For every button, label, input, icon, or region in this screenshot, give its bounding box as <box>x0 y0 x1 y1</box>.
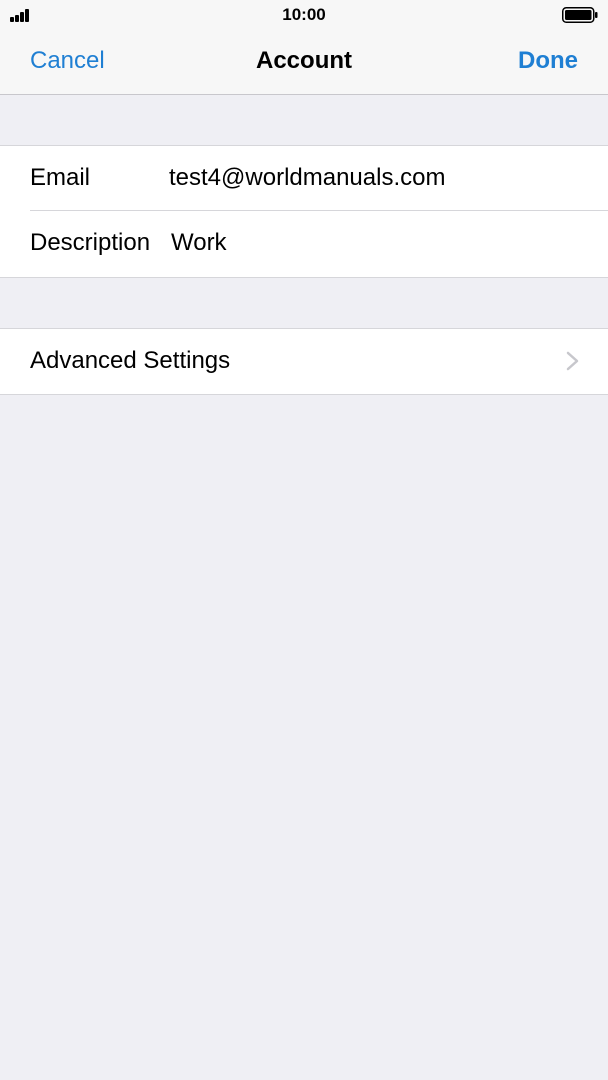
page-title: Account <box>256 47 352 74</box>
advanced-settings-row[interactable]: Advanced Settings <box>0 329 608 394</box>
navigation-bar: Cancel Account Done <box>0 30 608 95</box>
chevron-right-icon <box>566 351 579 371</box>
advanced-settings-group: Advanced Settings <box>0 328 608 395</box>
description-field[interactable]: Work <box>171 229 227 257</box>
status-time: 10:00 <box>282 5 326 24</box>
done-button[interactable]: Done <box>518 47 578 75</box>
description-label: Description <box>30 229 151 256</box>
email-row[interactable]: Email test4@worldmanuals.com <box>0 146 608 211</box>
email-field[interactable]: test4@worldmanuals.com <box>169 164 445 192</box>
battery-full-icon <box>562 7 598 23</box>
email-label: Email <box>30 164 91 191</box>
status-bar: 10:00 <box>0 0 608 30</box>
advanced-settings-label: Advanced Settings <box>30 347 231 374</box>
description-row[interactable]: Description Work <box>0 211 608 276</box>
account-details-group: Email test4@worldmanuals.com Description… <box>0 145 608 278</box>
